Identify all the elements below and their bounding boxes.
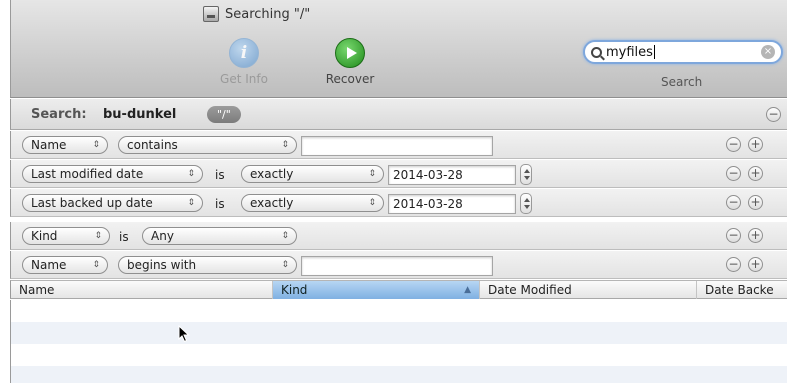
criteria-row-2: Last modified date ⇕ is exactly ⇕ 2014-03-… — [10, 160, 787, 188]
search-input[interactable]: myfiles — [606, 45, 761, 60]
results-list[interactable] — [10, 300, 787, 383]
window-title-text: Searching "/" — [225, 6, 311, 22]
attribute-popup[interactable]: Name ⇕ — [22, 136, 108, 154]
column-date-backed[interactable]: Date Backe — [697, 281, 787, 299]
criteria-value-field[interactable] — [301, 256, 493, 276]
search-field[interactable]: myfiles × — [583, 40, 783, 64]
criteria-row-1: Name ⇕ contains ⇕ − + — [10, 131, 787, 159]
search-label: Search: — [31, 107, 87, 122]
column-kind[interactable]: Kind ▲ — [273, 281, 480, 299]
is-label: is — [215, 168, 225, 182]
date-stepper[interactable] — [520, 193, 532, 214]
add-criteria-icon[interactable]: + — [748, 195, 763, 210]
popup-arrows-icon: ⇕ — [281, 260, 289, 270]
remove-search-icon[interactable]: − — [766, 107, 781, 122]
table-row[interactable] — [11, 300, 787, 322]
popup-arrows-icon: ⇕ — [94, 231, 102, 241]
operator-popup[interactable]: exactly ⇕ — [241, 165, 384, 183]
sort-ascending-icon: ▲ — [464, 285, 471, 295]
attribute-popup[interactable]: Last modified date ⇕ — [22, 165, 203, 183]
table-row[interactable] — [11, 344, 787, 366]
remove-criteria-icon[interactable]: − — [726, 137, 741, 152]
criteria-row-5: Name ⇕ begins with ⇕ − + — [10, 251, 787, 279]
disk-icon — [203, 6, 219, 22]
operator-popup[interactable]: exactly ⇕ — [241, 194, 384, 212]
popup-arrows-icon: ⇕ — [281, 140, 289, 150]
operator-popup[interactable]: contains ⇕ — [118, 136, 297, 154]
search-caption: Search — [661, 75, 703, 89]
attribute-popup[interactable]: Last backed up date ⇕ — [22, 194, 203, 212]
criteria-row-4: Kind ⇕ is Any ⇕ − + — [10, 222, 787, 250]
remove-criteria-icon[interactable]: − — [726, 257, 741, 272]
remove-criteria-icon[interactable]: − — [726, 228, 741, 243]
column-date-modified[interactable]: Date Modified — [480, 281, 697, 299]
search-icon — [591, 46, 602, 58]
search-host[interactable]: bu-dunkel — [103, 107, 176, 122]
popup-arrows-icon: ⇕ — [187, 198, 195, 208]
popup-arrows-icon: ⇕ — [281, 231, 289, 241]
get-info-button[interactable]: i Get Info — [209, 38, 279, 86]
is-label: is — [215, 197, 225, 211]
mouse-pointer-icon — [178, 325, 190, 343]
add-criteria-icon[interactable]: + — [748, 228, 763, 243]
table-row[interactable] — [11, 366, 787, 383]
criteria-row-3: Last backed up date ⇕ is exactly ⇕ 2014-03… — [10, 189, 787, 217]
is-label: is — [119, 230, 129, 244]
popup-arrows-icon: ⇕ — [92, 260, 100, 270]
attribute-popup[interactable]: Kind ⇕ — [22, 227, 110, 245]
kind-popup[interactable]: Any ⇕ — [142, 227, 297, 245]
criteria-value-field[interactable] — [301, 136, 493, 156]
popup-arrows-icon: ⇕ — [368, 169, 376, 179]
date-field[interactable]: 2014-03-28 — [388, 194, 516, 214]
operator-popup[interactable]: begins with ⇕ — [118, 256, 297, 274]
add-criteria-icon[interactable]: + — [748, 257, 763, 272]
popup-arrows-icon: ⇕ — [187, 169, 195, 179]
search-header: Search: bu-dunkel "/" − — [10, 99, 787, 130]
attribute-popup[interactable]: Name ⇕ — [22, 256, 108, 274]
column-name[interactable]: Name — [11, 281, 273, 299]
search-scope-button[interactable]: "/" — [207, 106, 241, 123]
add-criteria-icon[interactable]: + — [748, 137, 763, 152]
table-row[interactable] — [11, 322, 787, 344]
remove-criteria-icon[interactable]: − — [726, 195, 741, 210]
play-icon — [335, 38, 365, 68]
toolbar: Searching "/" i Get Info Recover myfiles… — [10, 0, 787, 98]
remove-criteria-icon[interactable]: − — [726, 166, 741, 181]
window-title: Searching "/" — [203, 6, 310, 22]
popup-arrows-icon: ⇕ — [92, 140, 100, 150]
get-info-label: Get Info — [220, 72, 268, 86]
add-criteria-icon[interactable]: + — [748, 166, 763, 181]
results-column-header: Name Kind ▲ Date Modified Date Backe — [10, 280, 787, 299]
popup-arrows-icon: ⇕ — [368, 198, 376, 208]
clear-search-icon[interactable]: × — [761, 45, 775, 59]
recover-button[interactable]: Recover — [315, 38, 385, 86]
recover-label: Recover — [325, 72, 375, 86]
date-stepper[interactable] — [520, 164, 532, 185]
date-field[interactable]: 2014-03-28 — [388, 165, 516, 185]
info-icon: i — [229, 38, 259, 68]
